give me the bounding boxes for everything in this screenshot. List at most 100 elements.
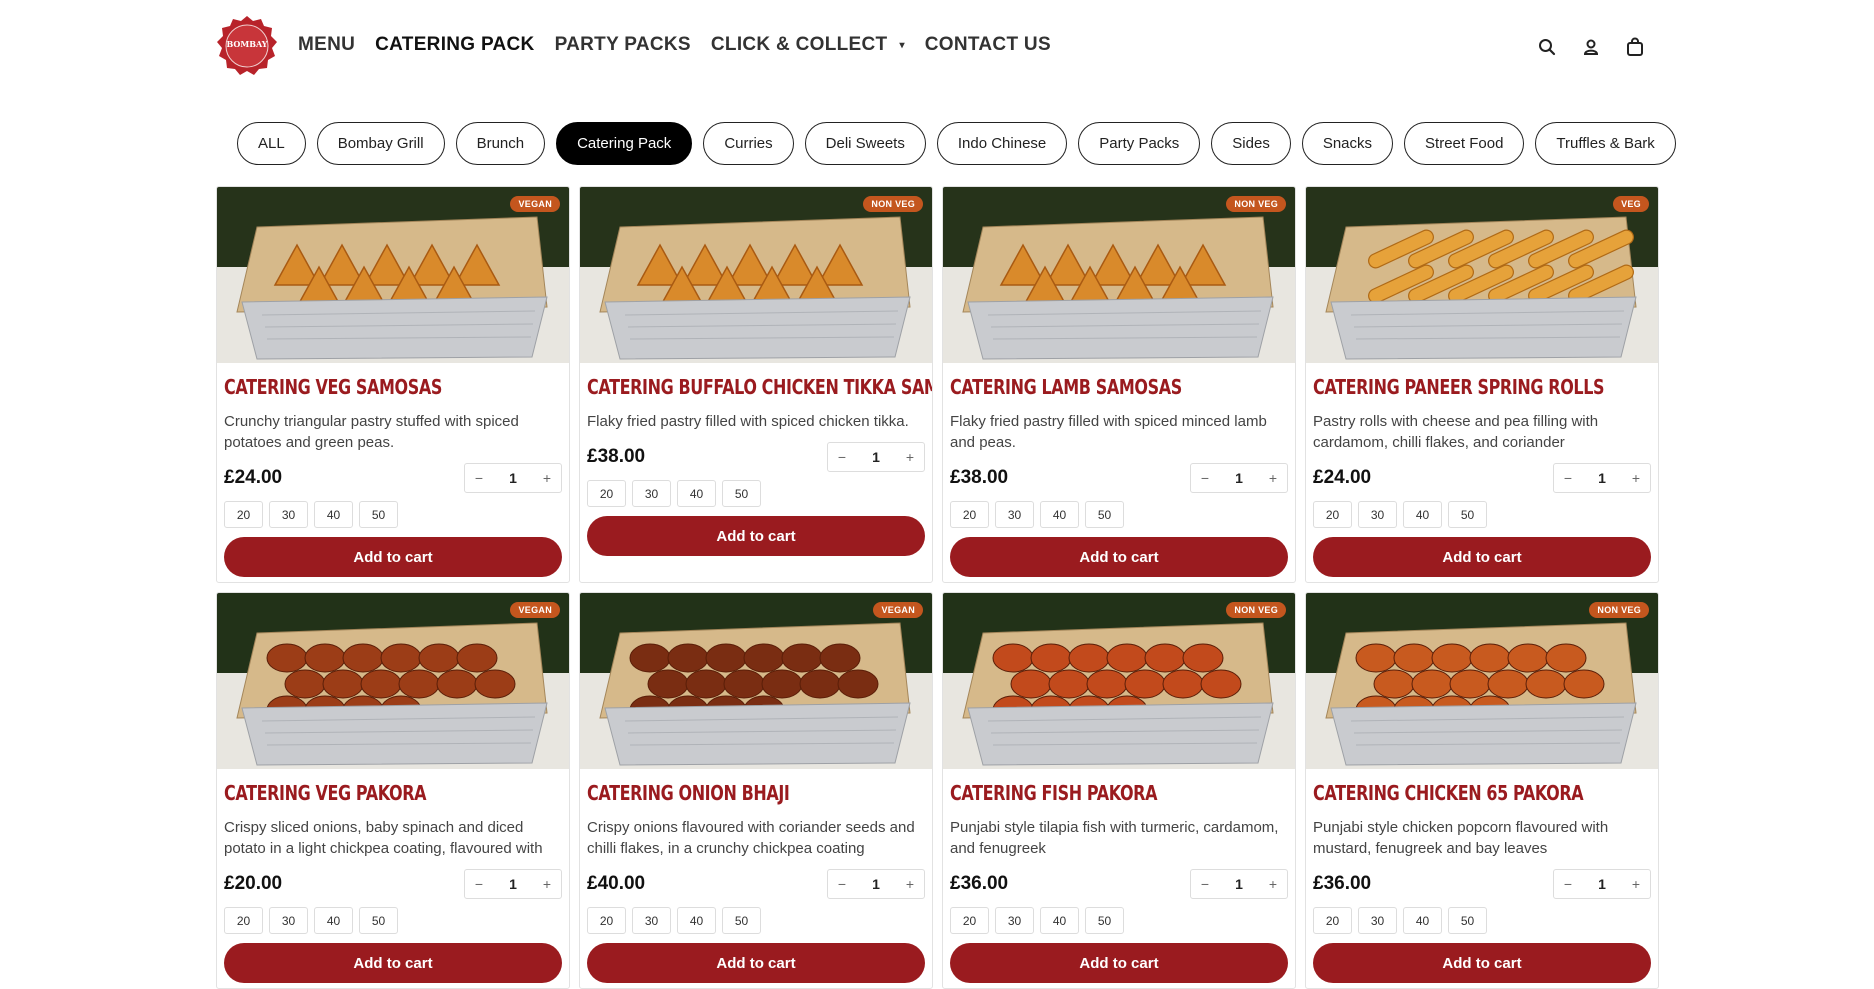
nav-party-packs[interactable]: PARTY PACKS xyxy=(555,34,691,56)
add-to-cart-button[interactable]: Add to cart xyxy=(587,943,925,983)
size-option-30[interactable]: 30 xyxy=(632,907,671,934)
product-image[interactable]: NON VEG xyxy=(1306,593,1658,769)
size-option-40[interactable]: 40 xyxy=(1403,907,1442,934)
size-option-40[interactable]: 40 xyxy=(1040,501,1079,528)
size-option-40[interactable]: 40 xyxy=(677,907,716,934)
size-option-40[interactable]: 40 xyxy=(314,907,353,934)
product-image[interactable]: VEGAN xyxy=(580,593,932,769)
product-title[interactable]: CATERING FISH PAKORA xyxy=(950,781,1220,805)
product-title[interactable]: CATERING VEG PAKORA xyxy=(224,781,494,805)
product-title[interactable]: CATERING ONION BHAJI xyxy=(587,781,857,805)
filter-all[interactable]: ALL xyxy=(237,122,306,165)
size-option-20[interactable]: 20 xyxy=(587,480,626,507)
size-option-50[interactable]: 50 xyxy=(1085,501,1124,528)
increase-qty-button[interactable]: + xyxy=(533,876,561,892)
size-option-20[interactable]: 20 xyxy=(224,501,263,528)
decrease-qty-button[interactable]: − xyxy=(1554,876,1582,892)
size-option-30[interactable]: 30 xyxy=(995,501,1034,528)
add-to-cart-button[interactable]: Add to cart xyxy=(224,943,562,983)
filter-indo-chinese[interactable]: Indo Chinese xyxy=(936,122,1068,165)
add-to-cart-button[interactable]: Add to cart xyxy=(587,516,925,556)
quantity-value[interactable]: 1 xyxy=(1219,470,1259,486)
product-title[interactable]: CATERING VEG SAMOSAS xyxy=(224,375,494,399)
quantity-value[interactable]: 1 xyxy=(856,449,896,465)
size-option-50[interactable]: 50 xyxy=(1448,501,1487,528)
size-option-50[interactable]: 50 xyxy=(359,501,398,528)
size-option-50[interactable]: 50 xyxy=(359,907,398,934)
add-to-cart-button[interactable]: Add to cart xyxy=(1313,943,1651,983)
size-option-20[interactable]: 20 xyxy=(1313,907,1352,934)
increase-qty-button[interactable]: + xyxy=(1622,876,1650,892)
quantity-value[interactable]: 1 xyxy=(1219,876,1259,892)
size-option-40[interactable]: 40 xyxy=(1040,907,1079,934)
nav-contact-us[interactable]: CONTACT US xyxy=(925,34,1051,56)
user-icon[interactable] xyxy=(1580,36,1602,58)
filter-catering-pack[interactable]: Catering Pack xyxy=(556,122,693,165)
product-title[interactable]: CATERING BUFFALO CHICKEN TIKKA SAMOSAS xyxy=(587,375,932,399)
size-option-30[interactable]: 30 xyxy=(269,907,308,934)
filter-curries[interactable]: Curries xyxy=(703,122,794,165)
increase-qty-button[interactable]: + xyxy=(533,470,561,486)
nav-menu[interactable]: MENU xyxy=(298,34,355,56)
search-icon[interactable] xyxy=(1536,36,1558,58)
add-to-cart-button[interactable]: Add to cart xyxy=(950,537,1288,577)
filter-bombay-grill[interactable]: Bombay Grill xyxy=(316,122,445,165)
decrease-qty-button[interactable]: − xyxy=(1191,876,1219,892)
increase-qty-button[interactable]: + xyxy=(1259,470,1287,486)
size-option-20[interactable]: 20 xyxy=(587,907,626,934)
decrease-qty-button[interactable]: − xyxy=(465,470,493,486)
product-title[interactable]: CATERING CHICKEN 65 PAKORA xyxy=(1313,781,1584,805)
size-option-40[interactable]: 40 xyxy=(1403,501,1442,528)
add-to-cart-button[interactable]: Add to cart xyxy=(950,943,1288,983)
filter-street-food[interactable]: Street Food xyxy=(1404,122,1525,165)
quantity-value[interactable]: 1 xyxy=(1582,470,1622,486)
increase-qty-button[interactable]: + xyxy=(1259,876,1287,892)
size-option-20[interactable]: 20 xyxy=(950,907,989,934)
product-image[interactable]: NON VEG xyxy=(943,187,1295,363)
product-image[interactable]: NON VEG xyxy=(580,187,932,363)
size-option-30[interactable]: 30 xyxy=(1358,907,1397,934)
size-option-50[interactable]: 50 xyxy=(1448,907,1487,934)
product-title[interactable]: CATERING PANEER SPRING ROLLS xyxy=(1313,375,1605,399)
decrease-qty-button[interactable]: − xyxy=(465,876,493,892)
size-option-40[interactable]: 40 xyxy=(677,480,716,507)
size-option-30[interactable]: 30 xyxy=(269,501,308,528)
nav-click-collect[interactable]: CLICK & COLLECT ▾ xyxy=(711,34,905,56)
filter-deli-sweets[interactable]: Deli Sweets xyxy=(804,122,926,165)
cart-bag-icon[interactable] xyxy=(1624,36,1646,58)
size-option-30[interactable]: 30 xyxy=(632,480,671,507)
size-option-30[interactable]: 30 xyxy=(1358,501,1397,528)
size-option-50[interactable]: 50 xyxy=(1085,907,1124,934)
decrease-qty-button[interactable]: − xyxy=(828,449,856,465)
add-to-cart-button[interactable]: Add to cart xyxy=(1313,537,1651,577)
filter-snacks[interactable]: Snacks xyxy=(1301,122,1394,165)
increase-qty-button[interactable]: + xyxy=(896,876,924,892)
quantity-value[interactable]: 1 xyxy=(493,470,533,486)
quantity-value[interactable]: 1 xyxy=(856,876,896,892)
product-image[interactable]: VEGAN xyxy=(217,593,569,769)
nav-catering-pack[interactable]: CATERING PACK xyxy=(375,34,534,56)
decrease-qty-button[interactable]: − xyxy=(828,876,856,892)
size-option-20[interactable]: 20 xyxy=(224,907,263,934)
filter-truffles-bark[interactable]: Truffles & Bark xyxy=(1535,122,1676,165)
product-image[interactable]: VEG xyxy=(1306,187,1658,363)
filter-party-packs[interactable]: Party Packs xyxy=(1078,122,1201,165)
size-option-30[interactable]: 30 xyxy=(995,907,1034,934)
filter-sides[interactable]: Sides xyxy=(1211,122,1291,165)
increase-qty-button[interactable]: + xyxy=(896,449,924,465)
size-option-50[interactable]: 50 xyxy=(722,907,761,934)
size-option-20[interactable]: 20 xyxy=(1313,501,1352,528)
quantity-value[interactable]: 1 xyxy=(1582,876,1622,892)
size-option-40[interactable]: 40 xyxy=(314,501,353,528)
product-image[interactable]: VEGAN xyxy=(217,187,569,363)
decrease-qty-button[interactable]: − xyxy=(1554,470,1582,486)
add-to-cart-button[interactable]: Add to cart xyxy=(224,537,562,577)
increase-qty-button[interactable]: + xyxy=(1622,470,1650,486)
quantity-value[interactable]: 1 xyxy=(493,876,533,892)
decrease-qty-button[interactable]: − xyxy=(1191,470,1219,486)
product-title[interactable]: CATERING LAMB SAMOSAS xyxy=(950,375,1220,399)
size-option-50[interactable]: 50 xyxy=(722,480,761,507)
filter-brunch[interactable]: Brunch xyxy=(455,122,546,165)
bombay-logo[interactable]: BOMBAY xyxy=(216,15,278,77)
product-image[interactable]: NON VEG xyxy=(943,593,1295,769)
